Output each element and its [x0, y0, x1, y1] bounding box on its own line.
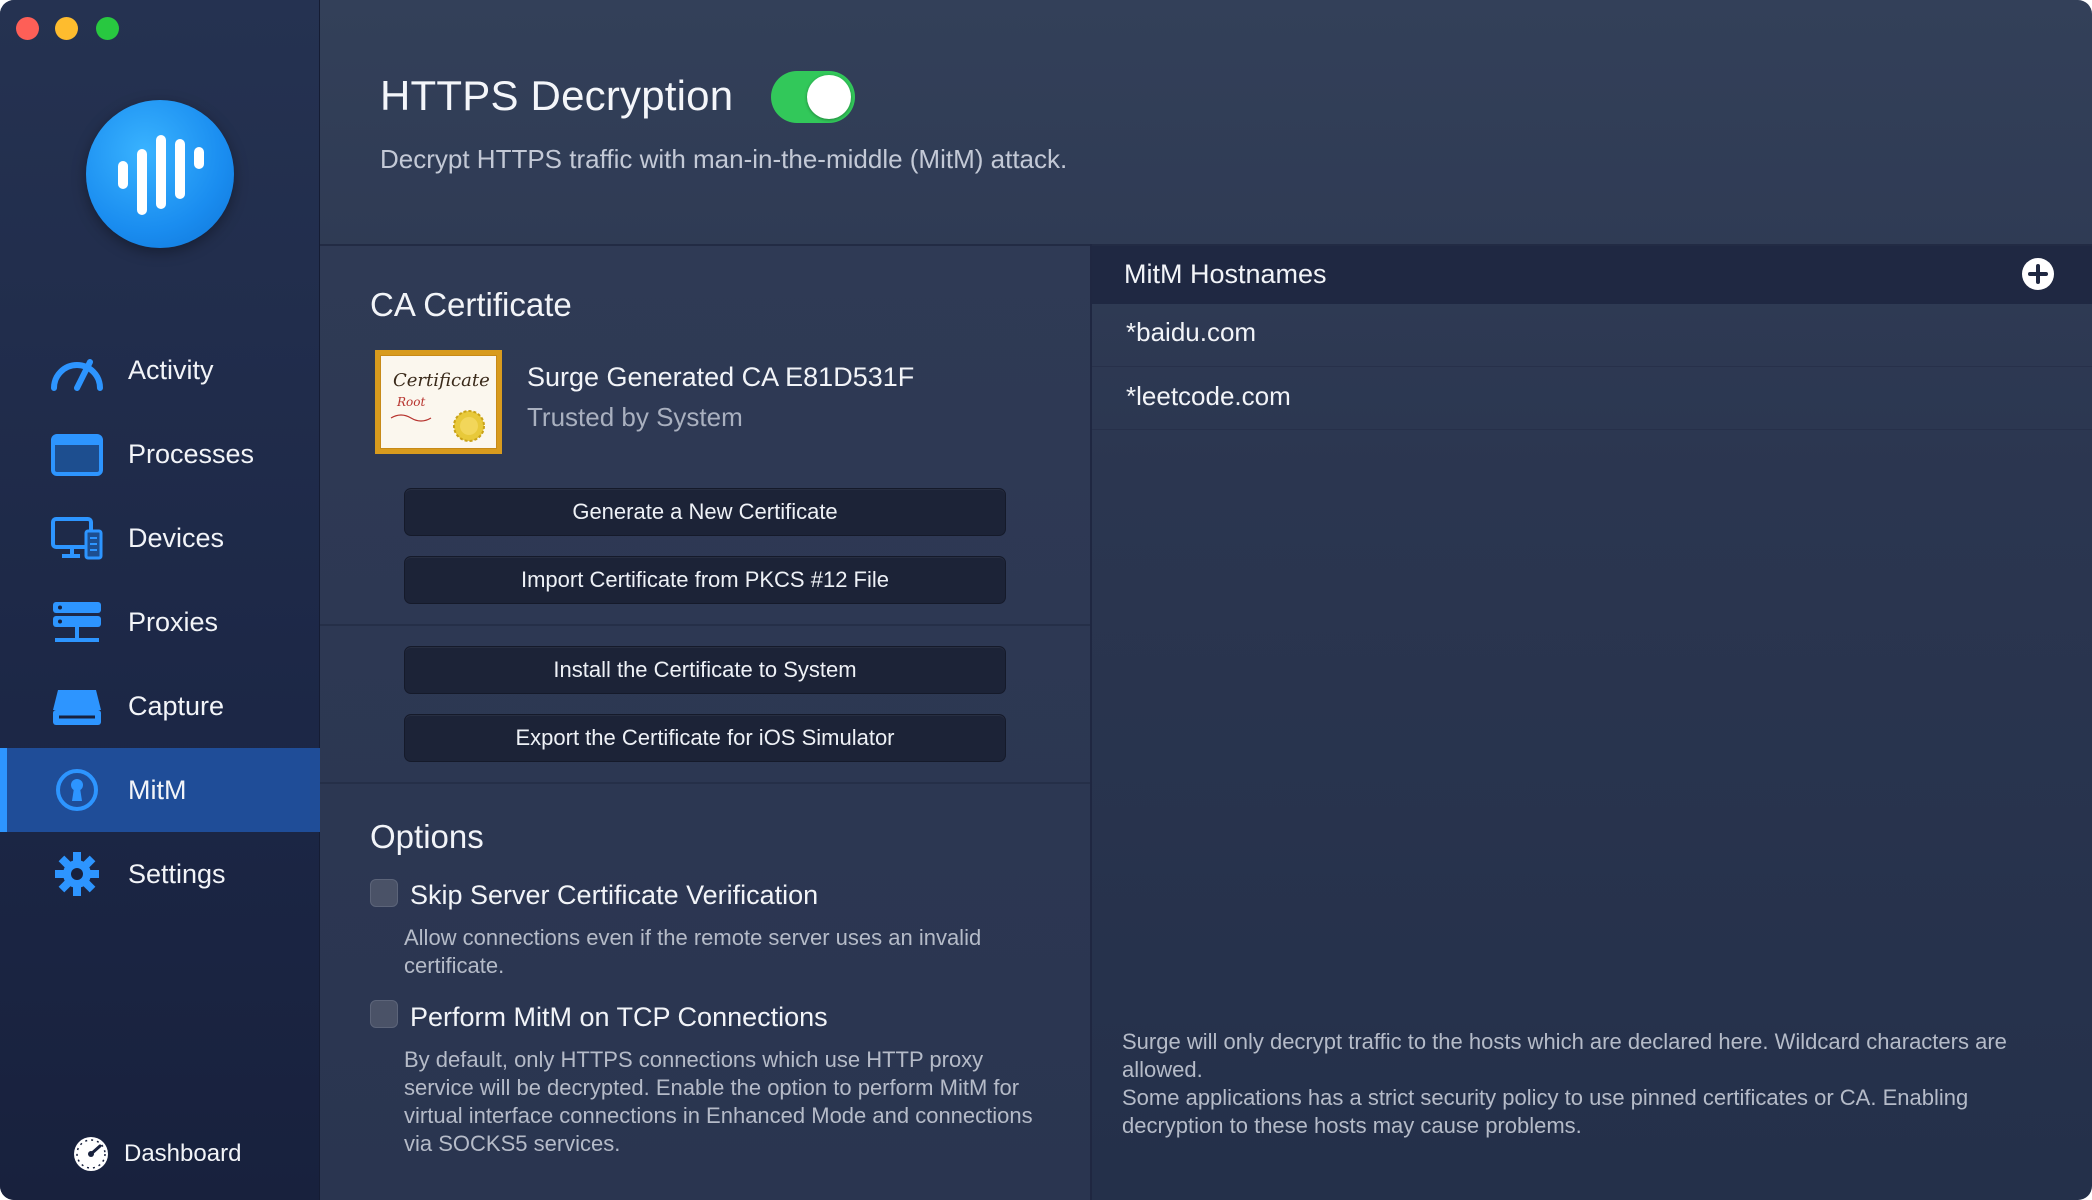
sidebar-item-label: MitM	[128, 774, 187, 805]
toggle-knob	[807, 75, 851, 119]
sidebar-item-proxies[interactable]: Proxies	[0, 580, 320, 664]
import-certificate-button[interactable]: Import Certificate from PKCS #12 File	[404, 556, 1006, 604]
export-certificate-button[interactable]: Export the Certificate for iOS Simulator	[404, 714, 1006, 762]
sidebar-item-capture[interactable]: Capture	[0, 664, 320, 748]
certificate-status: Trusted by System	[527, 402, 743, 432]
sidebar-item-label: Capture	[128, 690, 225, 721]
certificate-name: Surge Generated CA E81D531F	[527, 362, 915, 392]
certificate-subtitle-text: Root	[396, 395, 425, 409]
sidebar-item-label: Proxies	[128, 606, 219, 637]
gauge-icon	[74, 1137, 108, 1171]
options-heading: Options	[370, 818, 484, 855]
sidebar-item-label: Devices	[128, 522, 225, 553]
minimize-window-button[interactable]	[55, 17, 78, 40]
keyhole-icon	[56, 769, 98, 811]
surge-waveform-icon	[86, 100, 234, 248]
hostname-text: *baidu.com	[1126, 317, 1257, 347]
devices-icon	[51, 517, 103, 560]
page-title: HTTPS Decryption	[380, 72, 734, 119]
mitm-tcp-description: By default, only HTTPS connections which…	[404, 1047, 1033, 1156]
mitm-tcp-checkbox[interactable]	[370, 1000, 398, 1028]
plus-circle-icon[interactable]	[2021, 257, 2055, 291]
certificate-icon: Certificate Root	[375, 350, 502, 454]
server-icon	[53, 602, 101, 642]
drive-icon	[53, 690, 101, 725]
sidebar-item-activity[interactable]: Activity	[0, 328, 320, 412]
hostnames-note: Surge will only decrypt traffic to the h…	[1122, 1029, 2007, 1138]
sidebar-item-label: Activity	[128, 354, 214, 385]
https-decryption-toggle[interactable]	[771, 71, 855, 123]
install-certificate-button[interactable]: Install the Certificate to System	[404, 646, 1006, 694]
sidebar-item-label: Settings	[128, 858, 226, 889]
sidebar-item-mitm[interactable]: MitM	[0, 748, 320, 832]
certificate-seal-graphic: Certificate Root	[390, 370, 490, 442]
zoom-window-button[interactable]	[96, 17, 119, 40]
page-subtitle: Decrypt HTTPS traffic with man-in-the-mi…	[380, 144, 1068, 174]
sidebar-item-processes[interactable]: Processes	[0, 412, 320, 496]
sidebar-item-devices[interactable]: Devices	[0, 496, 320, 580]
hostname-text: *leetcode.com	[1126, 381, 1291, 411]
gear-icon	[55, 852, 99, 896]
certificate-title-text: Certificate	[393, 370, 490, 391]
section-divider	[320, 782, 1090, 784]
ca-certificate-heading: CA Certificate	[370, 286, 572, 323]
window-icon	[51, 434, 103, 476]
skip-verification-label[interactable]: Skip Server Certificate Verification	[410, 880, 818, 911]
dashboard-label: Dashboard	[124, 1140, 242, 1167]
sidebar-item-label: Processes	[128, 438, 255, 469]
app-window: Activity Processes Devices Proxies Captu…	[0, 0, 2092, 1200]
mitm-tcp-label[interactable]: Perform MitM on TCP Connections	[410, 1002, 828, 1033]
sidebar: Activity Processes Devices Proxies Captu…	[0, 0, 320, 1200]
sidebar-item-settings[interactable]: Settings	[0, 832, 320, 916]
section-divider	[320, 624, 1090, 626]
generate-certificate-button[interactable]: Generate a New Certificate	[404, 488, 1006, 536]
close-window-button[interactable]	[16, 17, 39, 40]
hostnames-heading: MitM Hostnames	[1124, 259, 1327, 289]
speedometer-icon	[51, 359, 103, 391]
dashboard-button[interactable]: Dashboard	[72, 1134, 241, 1174]
skip-verification-checkbox[interactable]	[370, 879, 398, 907]
skip-verification-description: Allow connections even if the remote ser…	[404, 925, 982, 978]
